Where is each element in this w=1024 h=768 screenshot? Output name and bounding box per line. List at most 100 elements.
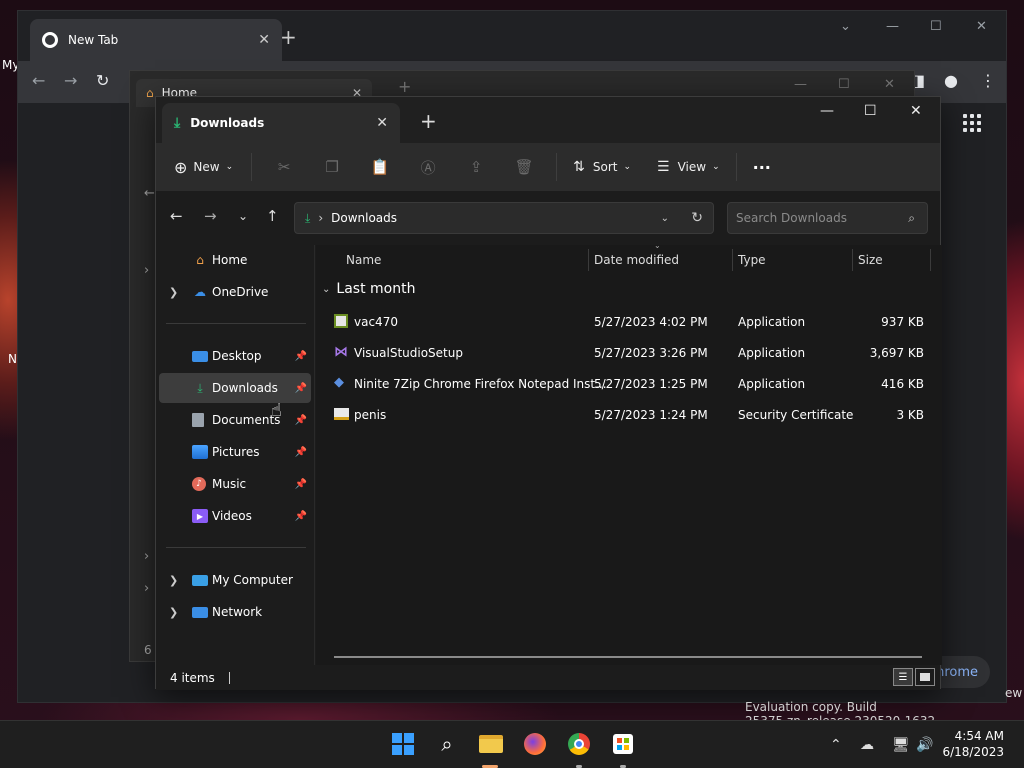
up-arrow-icon[interactable]: ↑	[266, 207, 279, 225]
show-hidden-icons-chevron-icon[interactable]: ⌃	[830, 737, 842, 753]
nav-item-documents[interactable]: Documents 📌	[159, 405, 311, 435]
new-button[interactable]: ⊕ New ⌄	[174, 158, 233, 177]
chrome-taskbar-button[interactable]	[566, 731, 592, 757]
nav-item-onedrive[interactable]: ❯ ☁ OneDrive	[159, 277, 311, 307]
nav-item-downloads[interactable]: ⤓ Downloads 📌	[159, 373, 311, 403]
close-window-button[interactable]: ✕	[910, 103, 922, 119]
breadcrumb-downloads[interactable]: Downloads	[331, 211, 397, 225]
forward-arrow-icon[interactable]: →	[204, 207, 217, 225]
start-button[interactable]	[390, 731, 416, 757]
file-explorer-taskbar-button[interactable]	[478, 731, 504, 757]
nav-item-pictures[interactable]: Pictures 📌	[159, 437, 311, 467]
desktop-icon-label[interactable]: N	[8, 352, 17, 366]
address-dropdown-icon[interactable]: ⌄	[661, 213, 669, 224]
forward-arrow-icon[interactable]: →	[64, 71, 77, 90]
nav-item-desktop[interactable]: Desktop 📌	[159, 341, 311, 371]
search-box[interactable]: Search Downloads ⌕	[727, 202, 928, 234]
column-separator[interactable]	[732, 249, 733, 271]
chevron-right-icon[interactable]: ›	[144, 581, 149, 596]
share-icon[interactable]: ⇪	[452, 158, 500, 176]
pin-icon[interactable]: 📌	[295, 479, 307, 490]
back-arrow-icon[interactable]: ←	[170, 207, 183, 225]
network-icon[interactable]: 🖥	[892, 737, 910, 753]
view-button[interactable]: ☰ View ⌄	[657, 159, 720, 175]
new-tab-button[interactable]: +	[280, 25, 297, 49]
file-row[interactable]: ⋈ VisualStudioSetup 5/27/2023 3:26 PM Ap…	[316, 338, 942, 368]
maximize-button[interactable]: ☐	[930, 19, 942, 34]
details-view-button[interactable]: ☰	[893, 668, 913, 686]
chevron-right-icon[interactable]: ❯	[169, 286, 178, 299]
volume-icon[interactable]: 🔊	[916, 737, 933, 753]
back-arrow-icon[interactable]: ←	[32, 71, 45, 90]
column-header-date[interactable]: Date modified	[594, 245, 679, 275]
close-window-button[interactable]: ✕	[976, 19, 987, 34]
maximize-button[interactable]: ☐	[838, 77, 850, 92]
close-tab-button[interactable]: ✕	[258, 32, 270, 48]
pin-icon[interactable]: 📌	[295, 511, 307, 522]
pin-icon[interactable]: 📌	[295, 415, 307, 426]
minimize-button[interactable]: —	[886, 19, 899, 34]
column-separator[interactable]	[588, 249, 589, 271]
chevron-right-icon[interactable]: ›	[144, 263, 149, 278]
pin-icon[interactable]: 📌	[295, 383, 307, 394]
chevron-right-icon[interactable]: ›	[144, 549, 149, 564]
address-bar[interactable]: ⤓ › Downloads ⌄ ↻	[294, 202, 714, 234]
nav-item-videos[interactable]: ▶ Videos 📌	[159, 501, 311, 531]
search-input[interactable]: Search Downloads	[736, 211, 847, 225]
chrome-tab[interactable]: New Tab ✕	[30, 19, 282, 61]
file-row[interactable]: penis 5/27/2023 1:24 PM Security Certifi…	[316, 400, 942, 430]
minimize-button[interactable]: —	[820, 103, 834, 119]
chevron-right-icon[interactable]: ❯	[169, 606, 178, 619]
close-tab-button[interactable]: ✕	[376, 115, 388, 131]
chrome-tabstrip: New Tab ✕ + ⌄ — ☐ ✕	[18, 11, 1006, 61]
nav-item-music[interactable]: ♪ Music 📌	[159, 469, 311, 499]
navigation-pane: ⌂ Home ❯ ☁ OneDrive Desktop 📌 ⤓ Download…	[156, 245, 316, 665]
delete-icon[interactable]: 🗑	[500, 158, 548, 176]
system-clock[interactable]: 4:54 AM 6/18/2023	[942, 728, 1004, 760]
copy-icon[interactable]: ❐	[308, 158, 356, 176]
clock-date: 6/18/2023	[942, 745, 1004, 759]
nav-item-home[interactable]: ⌂ Home	[159, 245, 311, 275]
new-tab-button[interactable]: +	[398, 77, 411, 96]
clock-time: 4:54 AM	[954, 729, 1004, 743]
refresh-icon[interactable]: ↻	[691, 210, 703, 226]
column-separator[interactable]	[930, 249, 931, 271]
back-arrow-icon[interactable]: ←	[144, 186, 155, 201]
firefox-taskbar-button[interactable]	[522, 731, 548, 757]
column-separator[interactable]	[852, 249, 853, 271]
minimize-button[interactable]: —	[794, 77, 807, 92]
tab-search-icon[interactable]: ⌄	[840, 19, 851, 34]
horizontal-scrollbar[interactable]	[334, 656, 922, 658]
column-header-name[interactable]: Name	[346, 245, 381, 275]
reload-icon[interactable]: ↻	[96, 71, 109, 90]
search-button[interactable]: ⌕	[434, 731, 460, 757]
maximize-button[interactable]: ☐	[864, 103, 877, 119]
close-window-button[interactable]: ✕	[884, 77, 895, 92]
pin-icon[interactable]: 📌	[295, 447, 307, 458]
group-header[interactable]: ⌄ Last month	[322, 281, 415, 297]
pane-splitter[interactable]	[314, 245, 315, 665]
tiles-view-button[interactable]	[915, 668, 935, 686]
recent-locations-icon[interactable]: ⌄	[238, 209, 248, 223]
paste-icon[interactable]: 📋	[356, 158, 404, 176]
file-row[interactable]: ◆ Ninite 7Zip Chrome Firefox Notepad Ins…	[316, 369, 942, 399]
store-taskbar-button[interactable]	[610, 731, 636, 757]
sort-button[interactable]: ⇅ Sort ⌄	[573, 159, 631, 175]
more-options-button[interactable]: ···	[753, 158, 771, 177]
rename-icon[interactable]: Ⓐ	[404, 157, 452, 178]
file-row[interactable]: vac470 5/27/2023 4:02 PM Application 937…	[316, 307, 942, 337]
menu-dots-icon[interactable]: ⋮	[980, 71, 996, 90]
pin-icon[interactable]: 📌	[295, 351, 307, 362]
nav-item-network[interactable]: ❯ Network	[159, 597, 311, 627]
profile-icon[interactable]: ●	[944, 71, 958, 90]
downloads-tab[interactable]: ⤓ Downloads ✕	[162, 103, 400, 143]
column-header-size[interactable]: Size	[858, 245, 883, 275]
new-tab-button[interactable]: +	[420, 109, 437, 133]
cut-icon[interactable]: ✂	[260, 158, 308, 176]
nav-label: Pictures	[212, 445, 260, 459]
onedrive-offline-icon[interactable]: ☁	[860, 737, 874, 753]
chevron-right-icon[interactable]: ❯	[169, 574, 178, 587]
nav-item-my-computer[interactable]: ❯ My Computer	[159, 565, 311, 595]
column-header-type[interactable]: Type	[738, 245, 766, 275]
apps-grid-icon[interactable]	[963, 114, 981, 132]
